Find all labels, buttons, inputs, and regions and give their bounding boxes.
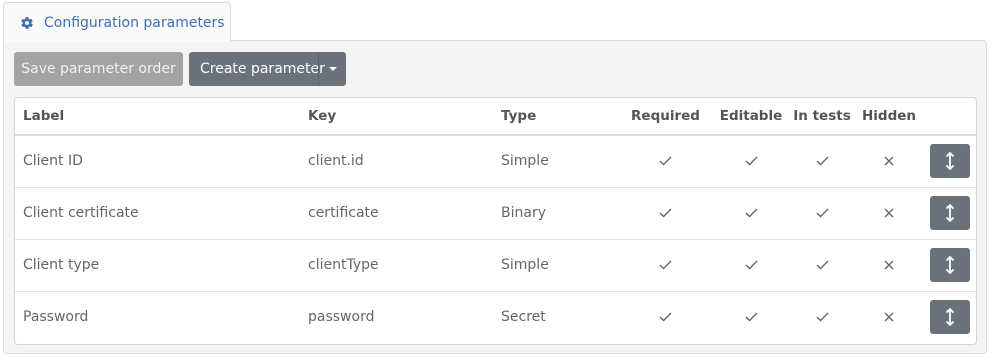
column-header-required[interactable]: Required [618, 98, 713, 136]
save-parameter-order-button[interactable]: Save parameter order [14, 52, 183, 86]
column-header-label[interactable]: Label [15, 98, 300, 136]
vertical-arrows-icon [945, 256, 955, 274]
cell-key: certificate [300, 187, 493, 240]
check-icon [659, 260, 672, 270]
check-icon [659, 208, 672, 218]
cell-label: Client type [15, 239, 300, 292]
cell-editable [713, 239, 789, 292]
cell-actions [923, 135, 976, 188]
cell-in-tests [789, 135, 855, 188]
configuration-panel: Save parameter order Create parameter La… [3, 40, 987, 354]
check-icon [659, 312, 672, 322]
cell-hidden [855, 187, 923, 240]
vertical-arrows-icon [945, 204, 955, 222]
cell-editable [713, 291, 789, 343]
cross-icon [884, 156, 894, 166]
table-row: Client certificate certificate Binary [15, 187, 976, 240]
table-row: Password password Secret [15, 291, 976, 343]
reorder-button[interactable] [930, 300, 970, 335]
cell-hidden [855, 135, 923, 188]
cell-actions [923, 291, 976, 343]
cell-required [618, 239, 713, 292]
create-parameter-button[interactable]: Create parameter [189, 52, 346, 86]
check-icon [745, 208, 758, 218]
cell-editable [713, 187, 789, 240]
parameters-table: Label Key Type Required Editable In test… [14, 97, 977, 345]
cell-required [618, 291, 713, 343]
table-header-row: Label Key Type Required Editable In test… [15, 98, 976, 136]
cell-in-tests [789, 239, 855, 292]
tab-label: Configuration parameters [44, 14, 225, 31]
cell-type: Secret [501, 309, 546, 326]
column-header-type[interactable]: Type [493, 98, 618, 136]
cell-required [618, 187, 713, 240]
cell-type: Simple [493, 239, 618, 292]
check-icon [816, 208, 829, 218]
cell-in-tests [789, 187, 855, 240]
cell-key: password [308, 309, 375, 326]
check-icon [745, 156, 758, 166]
cell-required [618, 135, 713, 188]
column-header-in-tests[interactable]: In tests [789, 98, 855, 136]
cell-label: Client ID [15, 135, 300, 188]
cross-icon [884, 260, 894, 270]
cell-key: client.id [300, 135, 493, 188]
gear-icon [20, 16, 34, 30]
check-icon [745, 312, 758, 322]
create-parameter-dropdown-toggle[interactable] [318, 52, 346, 86]
cell-type: Binary [493, 187, 618, 240]
cross-icon [884, 208, 894, 218]
column-header-hidden[interactable]: Hidden [855, 98, 923, 136]
check-icon [745, 260, 758, 270]
cell-type: Simple [493, 135, 618, 188]
cell-hidden [855, 291, 923, 343]
create-parameter-label: Create parameter [200, 61, 325, 77]
check-icon [659, 156, 672, 166]
cell-actions [923, 239, 976, 292]
cell-label: Password [23, 309, 89, 326]
reorder-button[interactable] [930, 248, 970, 282]
check-icon [816, 260, 829, 270]
check-icon [816, 156, 829, 166]
check-icon [816, 312, 829, 322]
table-row: Client ID client.id Simple [15, 135, 976, 188]
cell-key: clientType [300, 239, 493, 292]
cell-editable [713, 135, 789, 188]
cross-icon [884, 312, 894, 322]
cell-label: Client certificate [15, 187, 300, 240]
column-header-key[interactable]: Key [300, 98, 493, 136]
cell-hidden [855, 239, 923, 292]
vertical-arrows-icon [945, 152, 955, 171]
table-row: Client type clientType Simple [15, 239, 976, 292]
cell-in-tests [789, 291, 855, 343]
caret-down-icon [328, 67, 337, 71]
tab-configuration-parameters[interactable]: Configuration parameters [3, 2, 231, 42]
vertical-arrows-icon [945, 308, 955, 327]
reorder-button[interactable] [930, 196, 970, 230]
reorder-button[interactable] [930, 144, 970, 179]
column-header-editable[interactable]: Editable [713, 98, 789, 136]
cell-actions [923, 187, 976, 240]
column-header-actions [923, 98, 976, 136]
